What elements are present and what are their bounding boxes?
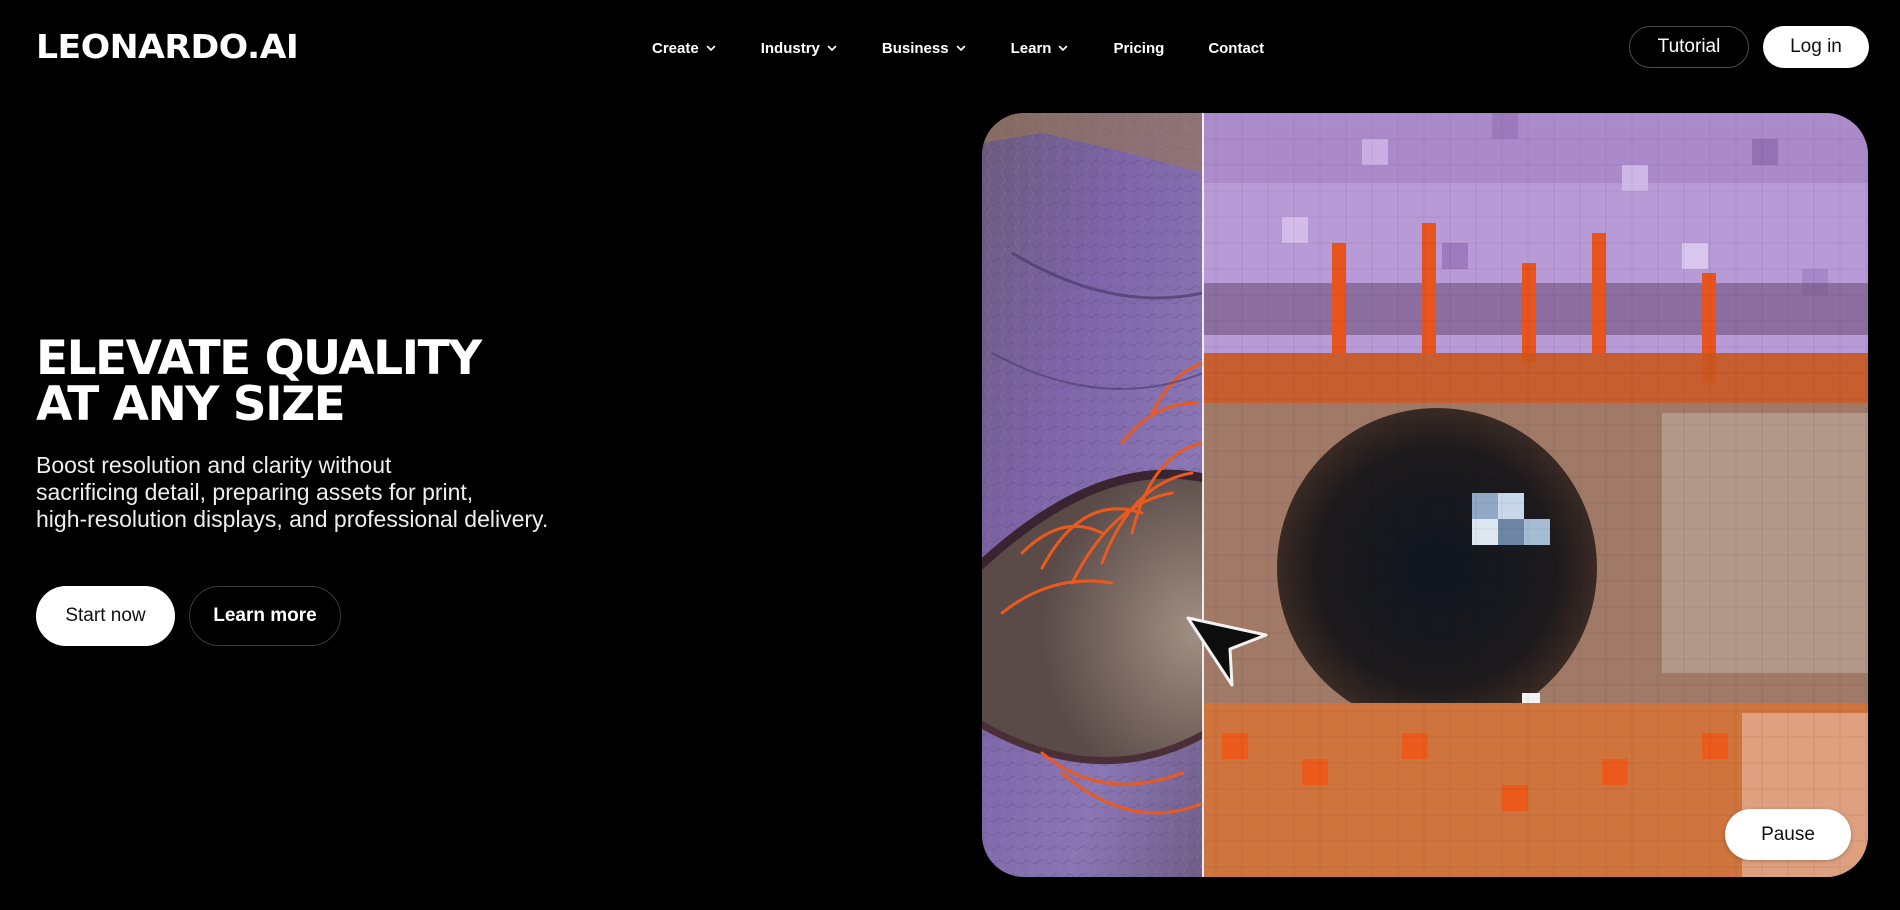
nav-label: Business xyxy=(881,39,949,57)
chevron-down-icon xyxy=(827,45,837,51)
upscale-comparison-video[interactable] xyxy=(982,113,1868,877)
chevron-down-icon xyxy=(1059,45,1068,51)
hero-description-line: sacrificing detail, preparing assets for… xyxy=(36,479,474,505)
nav-label: Industry xyxy=(760,39,820,57)
hero-title-line: ELEVATE QUALITY xyxy=(36,331,482,386)
chevron-down-icon xyxy=(706,45,716,51)
logo[interactable]: LEONARDO.AI xyxy=(36,27,299,67)
hero-title-line: AT ANY SIZE xyxy=(36,377,346,432)
hero-description: Boost resolution and clarity without sac… xyxy=(36,452,636,533)
nav-item-contact[interactable]: Contact xyxy=(1208,40,1264,57)
upscaled-half xyxy=(982,113,1203,877)
comparison-artwork xyxy=(982,113,1868,877)
nav-label: Pricing xyxy=(1113,39,1165,57)
hero-description-line: high-resolution displays, and profession… xyxy=(36,506,549,532)
nav-label: Learn xyxy=(1010,39,1052,57)
nav-item-create[interactable]: Create xyxy=(652,40,717,57)
hero-description-line: Boost resolution and clarity without xyxy=(36,452,392,478)
hero-title: ELEVATE QUALITY AT ANY SIZE xyxy=(36,331,482,432)
pixelated-half xyxy=(1203,113,1868,877)
site-header: LEONARDO.AI Create Industry Business Lea… xyxy=(0,0,1900,94)
nav-label: Contact xyxy=(1208,39,1265,57)
pause-button[interactable]: Pause xyxy=(1725,809,1851,860)
nav-item-learn[interactable]: Learn xyxy=(1011,40,1070,57)
learn-more-button[interactable]: Learn more xyxy=(189,586,341,646)
main-nav: Create Industry Business Learn Pricing C… xyxy=(652,36,1264,60)
start-now-button[interactable]: Start now xyxy=(36,586,175,646)
nav-item-business[interactable]: Business xyxy=(882,40,967,57)
tutorial-button[interactable]: Tutorial xyxy=(1629,26,1749,68)
chevron-down-icon xyxy=(956,45,965,51)
nav-item-pricing[interactable]: Pricing xyxy=(1113,40,1164,57)
nav-item-industry[interactable]: Industry xyxy=(761,40,838,57)
nav-label: Create xyxy=(652,39,699,57)
login-button[interactable]: Log in xyxy=(1763,26,1869,68)
